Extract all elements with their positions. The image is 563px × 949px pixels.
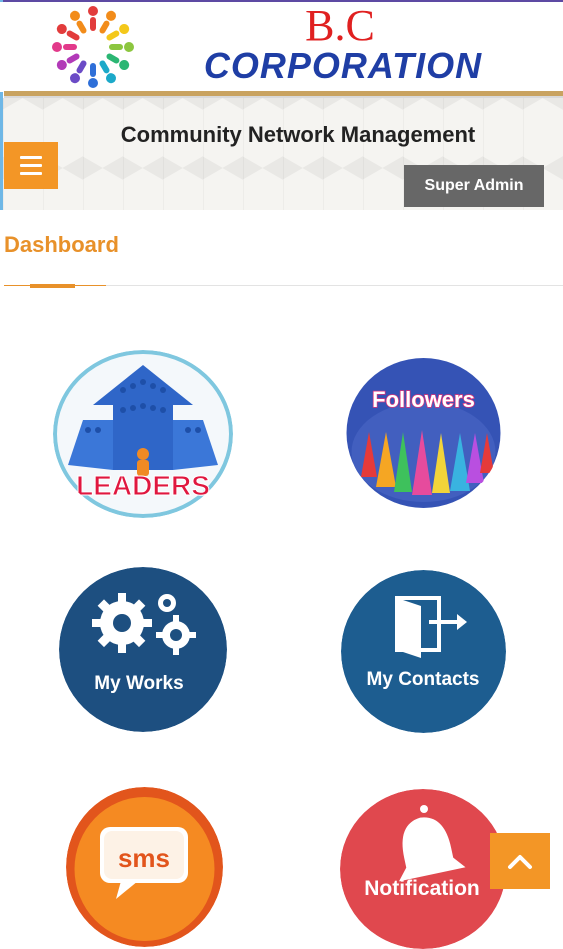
tile-my-contacts[interactable]: My Contacts — [341, 570, 506, 733]
notification-image: Notification — [340, 789, 506, 949]
my-contacts-label: My Contacts — [367, 669, 480, 690]
my-contacts-image: My Contacts — [341, 570, 506, 733]
tile-sms[interactable]: sms — [66, 787, 223, 947]
tile-notification[interactable]: Notification — [340, 789, 506, 949]
page-title: Dashboard — [4, 232, 119, 257]
brand-name-line1: B.C — [305, 1, 375, 50]
my-works-label: My Works — [94, 673, 183, 694]
brand-logo — [52, 6, 134, 88]
app-header: Community Network Management Super Admin — [3, 98, 563, 210]
brand-header: B.C CORPORATION — [0, 2, 563, 92]
menu-button[interactable] — [4, 142, 58, 189]
tile-leaders[interactable]: LEADERS — [53, 350, 233, 518]
hamburger-icon — [20, 156, 42, 159]
app-title: Community Network Management — [120, 122, 476, 147]
my-works-image: My Works — [59, 567, 227, 732]
brand-name-line2: CORPORATION — [203, 45, 483, 86]
super-admin-button[interactable]: Super Admin — [404, 165, 544, 207]
sms-label: sms — [118, 843, 170, 873]
tile-followers[interactable]: Followers — [346, 357, 501, 509]
followers-image: Followers — [346, 358, 501, 508]
tile-my-works[interactable]: My Works — [59, 567, 227, 732]
scroll-to-top-button[interactable] — [490, 833, 550, 889]
followers-label: Followers — [372, 387, 475, 412]
notification-label: Notification — [364, 877, 480, 900]
chevron-up-icon — [508, 855, 532, 869]
title-underline-marker — [30, 284, 75, 288]
leaders-image: LEADERS — [53, 350, 233, 518]
leaders-label: LEADERS — [76, 470, 210, 501]
sms-image: sms — [66, 787, 223, 947]
